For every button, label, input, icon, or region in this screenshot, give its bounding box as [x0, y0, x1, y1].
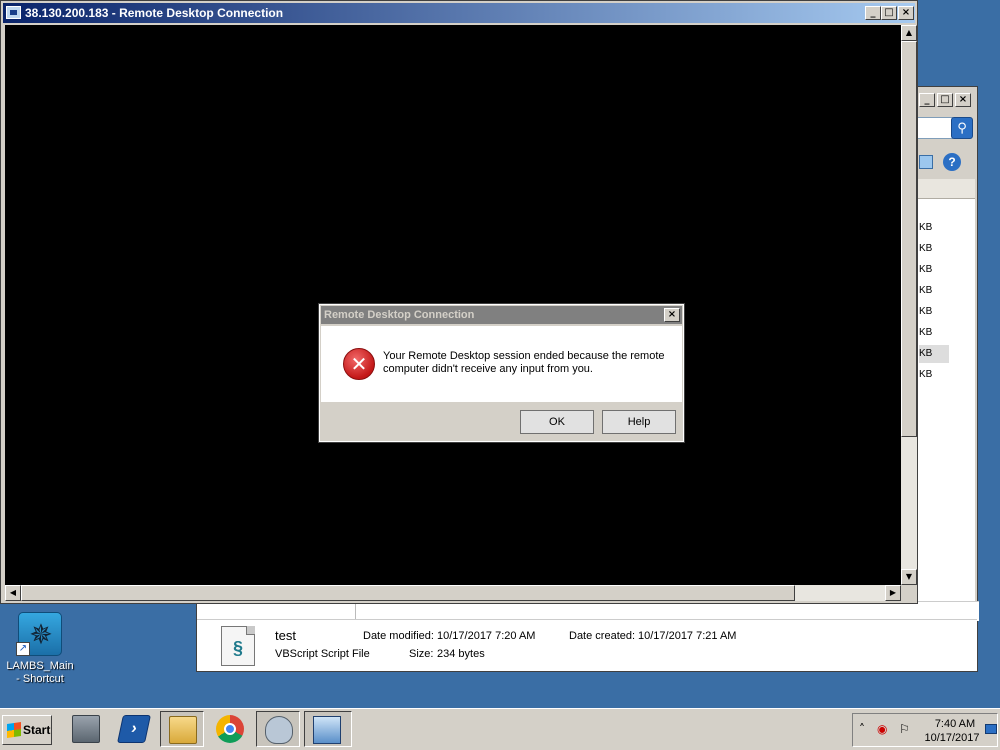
file-size-cell: KB [919, 327, 933, 338]
system-tray: ˄ ◉ ⚐ 7:40 AM 10/17/2017 [852, 713, 998, 747]
start-label: Start [23, 723, 51, 737]
date-modified-value: 10/17/2017 7:20 AM [437, 630, 536, 642]
error-icon: ✕ [343, 348, 375, 380]
details-pane: § test VBScript Script File Date modifie… [197, 619, 977, 671]
scroll-down-button[interactable]: ▼ [901, 569, 917, 585]
desktop-shortcut-lambs-main[interactable]: ↗ LAMBS_Main - Shortcut [4, 610, 76, 690]
date-created-label: Date created: [569, 630, 636, 642]
shortcut-arrow-icon: ↗ [16, 642, 30, 656]
taskbar: Start › ˄ ◉ ⚐ 7:40 AM 10/17/2017 [0, 708, 1000, 750]
remote-desktop-icon [313, 716, 341, 744]
dialog-title: Remote Desktop Connection [324, 309, 475, 321]
size-label: Size: [409, 648, 434, 660]
ok-button[interactable]: OK [520, 410, 594, 434]
file-explorer-icon [169, 716, 197, 744]
file-size-cell: KB [919, 264, 933, 275]
file-size-cell: KB [919, 369, 933, 380]
help-button[interactable]: Help [602, 410, 676, 434]
horizontal-scroll-thumb[interactable] [21, 585, 795, 601]
file-type: VBScript Script File [275, 648, 370, 660]
taskbar-server-manager[interactable] [64, 711, 108, 747]
file-size-cell: KB [919, 306, 933, 317]
scroll-up-button[interactable]: ▲ [901, 25, 917, 41]
server-manager-icon [72, 715, 100, 743]
resize-grip[interactable] [901, 585, 917, 601]
file-list: KB KB KB KB KB KB KB KB [917, 199, 975, 617]
taskbar-chrome[interactable] [208, 711, 252, 747]
taskbar-powershell[interactable]: › [112, 711, 156, 747]
rdp-close-button[interactable]: × [898, 6, 914, 20]
taskbar-mouse-app[interactable] [256, 711, 300, 747]
dialog-title-bar[interactable]: Remote Desktop Connection × [321, 306, 682, 324]
vbscript-file-icon: § [221, 626, 255, 666]
network-error-icon[interactable]: ◉ [877, 722, 887, 736]
file-size-cell-selected: KB [919, 345, 949, 363]
clock-date[interactable]: 10/17/2017 [921, 732, 983, 744]
chrome-icon [216, 715, 244, 743]
taskbar-remote-desktop[interactable] [304, 711, 352, 747]
size-column-header[interactable] [917, 179, 975, 199]
mouse-app-icon [265, 716, 293, 744]
file-size-cell: KB [919, 285, 933, 296]
explorer-status-strip [197, 601, 979, 622]
file-size-cell: KB [919, 222, 933, 233]
file-name: test [275, 628, 296, 643]
vertical-scroll-thumb[interactable] [901, 41, 917, 437]
help-icon[interactable]: ? [943, 153, 961, 171]
dialog-close-button[interactable]: × [664, 308, 680, 322]
clock-time[interactable]: 7:40 AM [929, 718, 981, 730]
rdp-minimize-button[interactable]: _ [865, 6, 881, 20]
rdp-maximize-button[interactable]: □ [881, 6, 897, 20]
taskbar-file-explorer[interactable] [160, 711, 204, 747]
search-icon[interactable]: ⚲ [951, 117, 973, 139]
start-button[interactable]: Start [2, 715, 52, 745]
date-modified-label: Date modified: [363, 630, 434, 642]
powershell-icon: › [117, 715, 151, 743]
remote-desktop-icon[interactable] [6, 6, 21, 19]
explorer-maximize-button[interactable]: □ [937, 93, 953, 107]
remote-desktop-window: 38.130.200.183 - Remote Desktop Connecti… [0, 0, 918, 604]
scroll-right-button[interactable]: ▶ [885, 585, 901, 601]
file-size-cell: KB [919, 243, 933, 254]
rdp-title-bar[interactable]: 38.130.200.183 - Remote Desktop Connecti… [3, 3, 915, 23]
explorer-minimize-button[interactable]: _ [919, 93, 935, 107]
session-ended-dialog: Remote Desktop Connection × ✕ Your Remot… [318, 303, 685, 443]
action-center-flag-icon[interactable]: ⚐ [899, 722, 910, 736]
scroll-left-button[interactable]: ◀ [5, 585, 21, 601]
date-created-value: 10/17/2017 7:21 AM [638, 630, 737, 642]
show-desktop-icon[interactable] [985, 724, 997, 734]
desktop-shortcut-label: LAMBS_Main - Shortcut [6, 660, 74, 685]
dialog-message: Your Remote Desktop session ended becaus… [383, 350, 665, 375]
show-hidden-icons-icon[interactable]: ˄ [859, 722, 865, 736]
windows-logo-icon [7, 722, 21, 738]
vertical-scrollbar[interactable]: ▲ ▼ [901, 25, 917, 585]
rdp-window-title: 38.130.200.183 - Remote Desktop Connecti… [25, 6, 284, 20]
horizontal-scrollbar[interactable]: ◀ ▶ [5, 585, 901, 601]
size-value: 234 bytes [437, 648, 485, 660]
explorer-close-button[interactable]: × [955, 93, 971, 107]
preview-pane-icon[interactable] [919, 155, 933, 169]
dialog-body: ✕ Your Remote Desktop session ended beca… [321, 326, 682, 402]
explorer-search-input[interactable] [917, 117, 953, 139]
